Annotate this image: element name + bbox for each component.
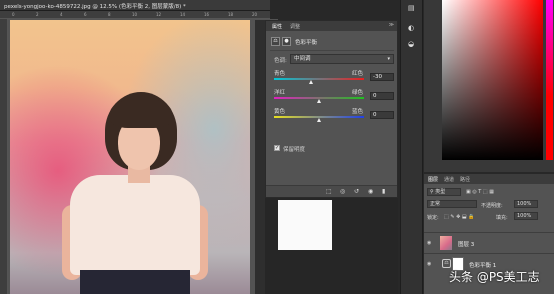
reset-icon[interactable]: ↺ xyxy=(354,188,359,195)
ruler-mark: 6 xyxy=(84,12,87,17)
divider xyxy=(270,50,394,51)
slider-cyan-label: 青色 xyxy=(274,71,286,77)
canvas-scrollbar[interactable] xyxy=(255,20,265,294)
layer-thumbnail xyxy=(440,236,452,250)
filter-icons[interactable]: ▣ ◎ T ⬚ ▦ xyxy=(466,189,494,195)
magenta-green-value[interactable]: 0 xyxy=(370,92,394,100)
ruler-mark: 14 xyxy=(180,12,186,17)
blend-mode-value: 正常 xyxy=(430,201,441,207)
document-tab-bar: pexels-yongjoo-ko-4859722.jpg @ 12.5% (色… xyxy=(0,0,270,11)
layer-filter-value: 类型 xyxy=(435,189,446,195)
canvas-white-area xyxy=(278,200,332,250)
lock-icons[interactable]: ⬚ ✎ ✥ ⬓ 🔒 xyxy=(444,214,474,220)
photo-skirt xyxy=(80,270,190,294)
collapse-panel-icon[interactable]: ≫ xyxy=(389,22,394,28)
tab-adjustments[interactable]: 调整 xyxy=(290,23,300,30)
layer-row-3[interactable]: ◉ 图层 3 xyxy=(424,232,554,252)
slider-red-label: 红色 xyxy=(352,71,364,77)
tab-properties[interactable]: 属性 xyxy=(272,23,282,30)
properties-tabs: 属性 调整 ≫ xyxy=(266,21,397,31)
visibility-eye-icon[interactable]: ◉ xyxy=(368,188,373,195)
color-balance-icon: ⚖ xyxy=(271,37,280,46)
opacity-label: 不透明度: xyxy=(481,203,503,209)
lock-label: 锁定: xyxy=(427,215,439,221)
ruler-mark: 16 xyxy=(204,12,210,17)
fill-input[interactable]: 100% xyxy=(514,212,538,220)
delete-trash-icon[interactable]: ▮ xyxy=(382,188,385,195)
properties-header: ⚖ ● 色彩平衡 xyxy=(271,37,391,47)
yellow-blue-value[interactable]: 0 xyxy=(370,111,394,119)
adjustment-layer-icon: ⚖ xyxy=(442,259,451,268)
slider-blue-label: 蓝色 xyxy=(352,109,364,115)
yellow-blue-thumb[interactable] xyxy=(316,118,321,122)
layer-mask-icon[interactable]: ● xyxy=(282,37,291,46)
ruler-mark: 12 xyxy=(156,12,162,17)
magenta-green-thumb[interactable] xyxy=(316,99,321,103)
slider-yellow-label: 黄色 xyxy=(274,109,286,115)
properties-panel: 属性 调整 ≫ ⚖ ● 色彩平衡 色调: 中间调 ▾ 青色 红色 -30 洋红 … xyxy=(265,20,398,198)
tab-layers[interactable]: 图层 xyxy=(428,176,438,183)
preserve-luminosity-label: 保留明度 xyxy=(283,147,306,153)
document-tab[interactable]: pexels-yongjoo-ko-4859722.jpg @ 12.5% (色… xyxy=(4,2,186,10)
clip-to-layer-icon[interactable]: ⬚ xyxy=(326,188,332,195)
blend-mode-select[interactable]: 正常 xyxy=(427,200,477,208)
photo-shirt xyxy=(70,175,200,275)
photoshop-window: pexels-yongjoo-ko-4859722.jpg @ 12.5% (色… xyxy=(0,0,554,294)
cyan-red-track[interactable] xyxy=(274,78,364,80)
tone-select[interactable]: 中间调 ▾ xyxy=(290,54,394,64)
color-hue-slider[interactable] xyxy=(546,0,553,160)
search-icon: ⚲ xyxy=(430,189,434,195)
tab-paths[interactable]: 路径 xyxy=(460,176,470,183)
tone-label: 色调: xyxy=(274,58,287,64)
preserve-luminosity-checkbox[interactable]: ✓ xyxy=(274,145,280,151)
layer-filter-select[interactable]: ⚲ 类型 xyxy=(427,188,461,196)
opacity-input[interactable]: 100% xyxy=(514,200,538,208)
layers-tabs: 图层 通道 路径 xyxy=(424,174,554,184)
slider-green-label: 绿色 xyxy=(352,90,364,96)
tone-select-value: 中间调 xyxy=(294,56,311,62)
document-canvas-image[interactable] xyxy=(10,20,250,294)
panel-icon-strip: ▤ ◐ ◒ xyxy=(400,0,423,294)
color-saturation-field[interactable] xyxy=(442,0,543,160)
visibility-eye-icon[interactable]: ◉ xyxy=(427,240,431,246)
ruler-mark: 4 xyxy=(60,12,63,17)
brush-settings-icon[interactable]: ◐ xyxy=(408,24,414,32)
ruler-mark: 20 xyxy=(252,12,258,17)
info-icon[interactable]: ◒ xyxy=(408,40,414,48)
chevron-down-icon: ▾ xyxy=(387,56,390,62)
color-picker-panel xyxy=(424,0,554,172)
history-icon[interactable]: ▤ xyxy=(408,4,415,12)
ruler-mark: 0 xyxy=(12,12,15,17)
fill-label: 填充: xyxy=(496,215,508,221)
ruler-mark: 10 xyxy=(132,12,138,17)
properties-title: 色彩平衡 xyxy=(295,40,318,46)
properties-footer: ⬚ ◎ ↺ ◉ ▮ xyxy=(266,185,397,197)
watermark-text: 头条 @PS美工志 xyxy=(449,270,540,284)
layer-name: 图层 3 xyxy=(458,242,475,248)
ruler-mark: 18 xyxy=(228,12,234,17)
cyan-red-value[interactable]: -30 xyxy=(370,73,394,81)
cyan-red-thumb[interactable] xyxy=(309,80,314,84)
view-previous-icon[interactable]: ◎ xyxy=(340,188,345,195)
slider-magenta-label: 洋红 xyxy=(274,90,286,96)
horizontal-ruler: 0 2 4 6 8 10 12 14 16 18 20 xyxy=(0,11,270,19)
ruler-mark: 2 xyxy=(36,12,39,17)
ruler-mark: 8 xyxy=(108,12,111,17)
photo-fringe xyxy=(110,98,172,128)
visibility-eye-icon[interactable]: ◉ xyxy=(427,261,431,267)
tab-channels[interactable]: 通道 xyxy=(444,176,454,183)
vertical-ruler xyxy=(0,19,8,294)
